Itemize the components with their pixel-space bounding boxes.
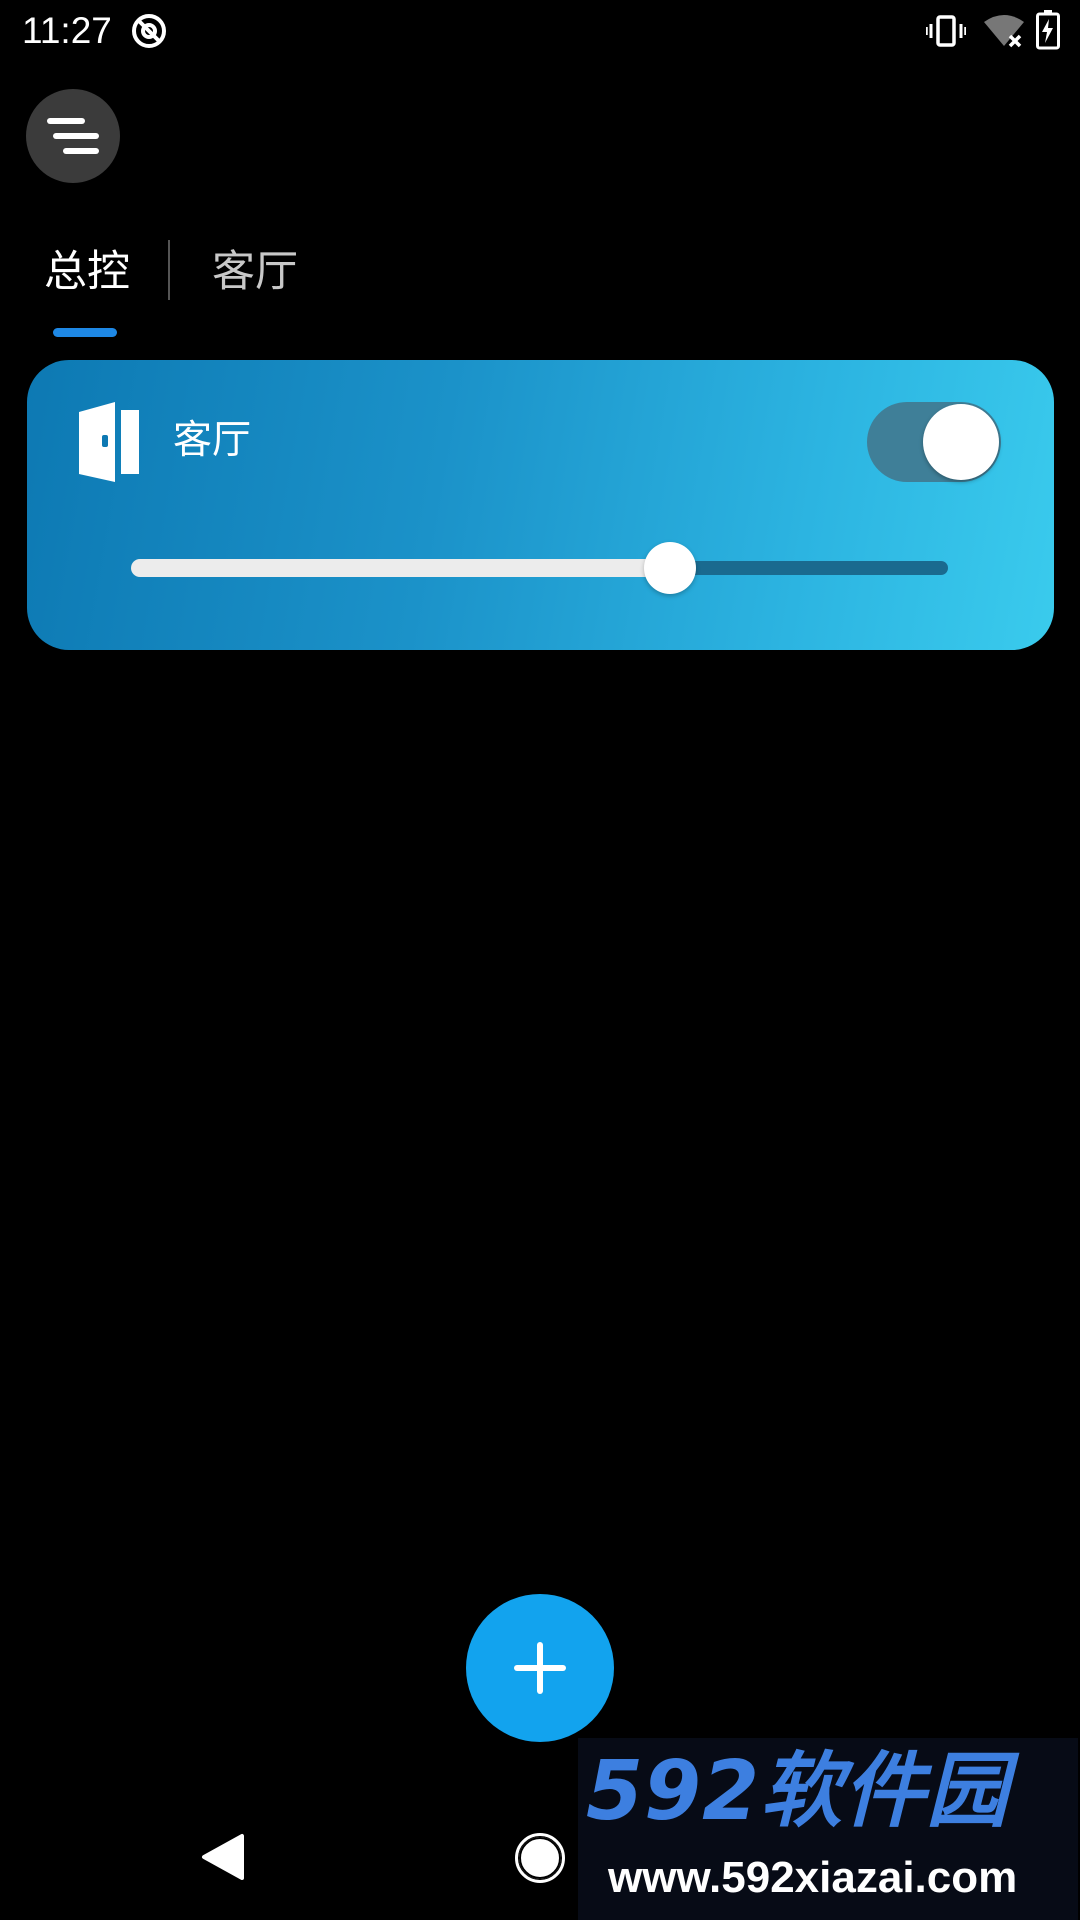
- vibrate-icon: [926, 15, 966, 47]
- tab-all-control[interactable]: 总控: [44, 244, 130, 300]
- room-brightness-slider[interactable]: [131, 540, 948, 596]
- wifi-off-icon: [984, 15, 1024, 48]
- slider-thumb[interactable]: [644, 542, 696, 594]
- menu-button[interactable]: [26, 89, 120, 183]
- room-power-switch[interactable]: [867, 402, 1001, 482]
- back-icon[interactable]: [200, 1832, 244, 1882]
- menu-icon: [47, 118, 99, 154]
- slider-fill: [131, 559, 670, 577]
- plus-icon: [514, 1642, 566, 1694]
- watermark-url: www.592xiazai.com: [608, 1853, 1018, 1902]
- watermark-brand: 592软件园: [586, 1744, 1010, 1839]
- battery-charging-icon: [1036, 10, 1060, 50]
- status-time: 11:27: [22, 10, 112, 51]
- room-tabs: 总控 客厅: [0, 230, 1080, 340]
- room-card[interactable]: 客厅: [27, 360, 1054, 650]
- tab-divider: [168, 240, 170, 300]
- switch-knob: [923, 404, 999, 480]
- do-not-disturb-icon: [132, 14, 166, 48]
- door-icon: [79, 402, 139, 482]
- home-icon[interactable]: [514, 1832, 566, 1884]
- watermark: 592软件园 www.592xiazai.com: [578, 1738, 1078, 1920]
- room-name: 客厅: [173, 418, 252, 463]
- tab-living-room[interactable]: 客厅: [212, 244, 298, 300]
- add-button[interactable]: [466, 1594, 614, 1742]
- status-bar: 11:27: [0, 0, 1080, 64]
- app-screen: 11:27 总控 客厅 客厅 592软件园 www.592xiazai.com: [0, 0, 1080, 1920]
- tab-indicator: [53, 328, 117, 337]
